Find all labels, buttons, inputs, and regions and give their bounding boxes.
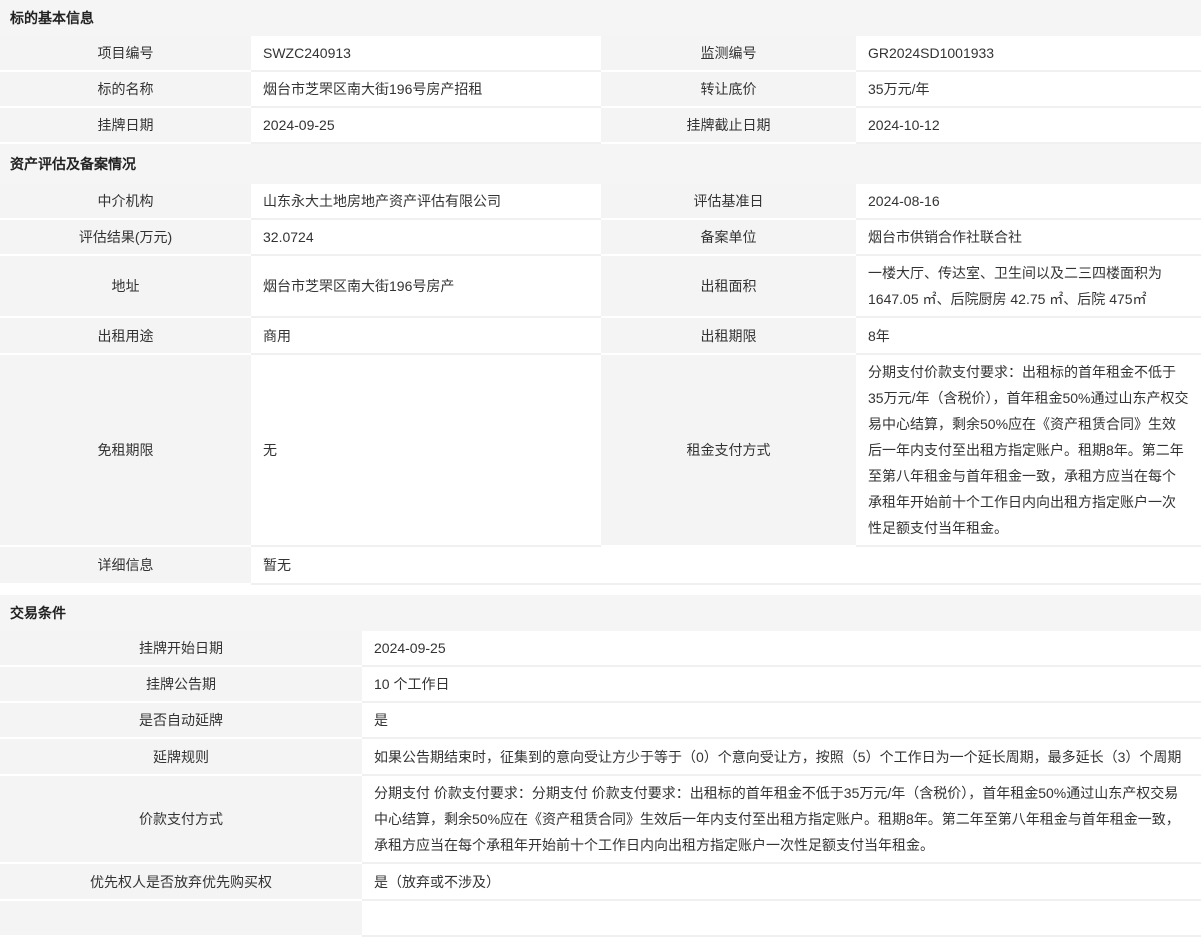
payment-method-label: 价款支付方式 xyxy=(0,776,362,864)
section-divider xyxy=(0,585,1201,595)
table-row-cutoff xyxy=(0,901,1201,937)
listing-date-label: 挂牌日期 xyxy=(0,108,251,144)
monitor-id-value: GR2024SD1001933 xyxy=(856,36,1201,72)
table-row: 评估结果(万元) 32.0724 备案单位 烟台市供销合作社联合社 xyxy=(0,220,1201,256)
rental-use-label: 出租用途 xyxy=(0,318,251,355)
table-row: 出租用途 商用 出租期限 8年 xyxy=(0,318,1201,355)
announcement-period-label: 挂牌公告期 xyxy=(0,667,362,703)
rent-payment-method-value: 分期支付价款支付要求：出租标的首年租金不低于35万元/年（含税价），首年租金50… xyxy=(856,355,1201,547)
address-value: 烟台市芝罘区南大街196号房产 xyxy=(251,256,601,318)
valuation-base-date-label: 评估基准日 xyxy=(601,184,856,220)
base-price-value: 35万元/年 xyxy=(856,72,1201,108)
section-valuation-header: 资产评估及备案情况 xyxy=(0,144,1201,184)
cutoff-row-label xyxy=(0,901,362,937)
priority-right-waiver-value: 是（放弃或不涉及） xyxy=(362,864,1201,901)
table-row: 免租期限 无 租金支付方式 分期支付价款支付要求：出租标的首年租金不低于35万元… xyxy=(0,355,1201,547)
cutoff-row-value xyxy=(362,901,1201,937)
filing-unit-value: 烟台市供销合作社联合社 xyxy=(856,220,1201,256)
filing-unit-label: 备案单位 xyxy=(601,220,856,256)
table-row: 是否自动延牌 是 xyxy=(0,703,1201,739)
listing-start-date-label: 挂牌开始日期 xyxy=(0,631,362,667)
table-row: 项目编号 SWZC240913 监测编号 GR2024SD1001933 xyxy=(0,36,1201,72)
project-id-label: 项目编号 xyxy=(0,36,251,72)
rental-term-label: 出租期限 xyxy=(601,318,856,355)
rental-term-value: 8年 xyxy=(856,318,1201,355)
detail-info-label: 详细信息 xyxy=(0,547,251,585)
table-row: 优先权人是否放弃优先购买权 是（放弃或不涉及） xyxy=(0,864,1201,901)
extension-rule-label: 延牌规则 xyxy=(0,739,362,776)
rental-area-value: 一楼大厅、传达室、卫生间以及二三四楼面积为1647.05 ㎡、后院厨房 42.7… xyxy=(856,256,1201,318)
subject-name-label: 标的名称 xyxy=(0,72,251,108)
listing-start-date-value: 2024-09-25 xyxy=(362,631,1201,667)
rent-free-period-value: 无 xyxy=(251,355,601,547)
rent-free-period-label: 免租期限 xyxy=(0,355,251,547)
listing-end-date-value: 2024-10-12 xyxy=(856,108,1201,144)
section-title: 交易条件 xyxy=(10,603,66,623)
listing-end-date-label: 挂牌截止日期 xyxy=(601,108,856,144)
listing-date-value: 2024-09-25 xyxy=(251,108,601,144)
agency-label: 中介机构 xyxy=(0,184,251,220)
section-title: 资产评估及备案情况 xyxy=(10,154,136,174)
extension-rule-value: 如果公告期结束时，征集到的意向受让方少于等于（0）个意向受让方，按照（5）个工作… xyxy=(362,739,1201,776)
section-basic-info-header: 标的基本信息 xyxy=(0,0,1201,36)
project-id-value: SWZC240913 xyxy=(251,36,601,72)
table-row: 挂牌开始日期 2024-09-25 xyxy=(0,631,1201,667)
rent-payment-method-label: 租金支付方式 xyxy=(601,355,856,547)
announcement-period-value: 10 个工作日 xyxy=(362,667,1201,703)
payment-method-value: 分期支付 价款支付要求：分期支付 价款支付要求：出租标的首年租金不低于35万元/… xyxy=(362,776,1201,864)
valuation-result-value: 32.0724 xyxy=(251,220,601,256)
table-row: 挂牌日期 2024-09-25 挂牌截止日期 2024-10-12 xyxy=(0,108,1201,144)
table-row: 价款支付方式 分期支付 价款支付要求：分期支付 价款支付要求：出租标的首年租金不… xyxy=(0,776,1201,864)
priority-right-waiver-label: 优先权人是否放弃优先购买权 xyxy=(0,864,362,901)
section-trade-conditions-header: 交易条件 xyxy=(0,595,1201,631)
table-row: 延牌规则 如果公告期结束时，征集到的意向受让方少于等于（0）个意向受让方，按照（… xyxy=(0,739,1201,776)
base-price-label: 转让底价 xyxy=(601,72,856,108)
monitor-id-label: 监测编号 xyxy=(601,36,856,72)
table-row: 中介机构 山东永大土地房地产资产评估有限公司 评估基准日 2024-08-16 xyxy=(0,184,1201,220)
detail-info-value: 暂无 xyxy=(251,547,1201,585)
valuation-result-label: 评估结果(万元) xyxy=(0,220,251,256)
valuation-base-date-value: 2024-08-16 xyxy=(856,184,1201,220)
table-row: 标的名称 烟台市芝罘区南大街196号房产招租 转让底价 35万元/年 xyxy=(0,72,1201,108)
auto-extension-label: 是否自动延牌 xyxy=(0,703,362,739)
auto-extension-value: 是 xyxy=(362,703,1201,739)
table-row: 挂牌公告期 10 个工作日 xyxy=(0,667,1201,703)
agency-value: 山东永大土地房地产资产评估有限公司 xyxy=(251,184,601,220)
address-label: 地址 xyxy=(0,256,251,318)
subject-name-value: 烟台市芝罘区南大街196号房产招租 xyxy=(251,72,601,108)
table-row: 详细信息 暂无 xyxy=(0,547,1201,585)
table-row: 地址 烟台市芝罘区南大街196号房产 出租面积 一楼大厅、传达室、卫生间以及二三… xyxy=(0,256,1201,318)
rental-area-label: 出租面积 xyxy=(601,256,856,318)
rental-use-value: 商用 xyxy=(251,318,601,355)
section-title: 标的基本信息 xyxy=(10,8,94,28)
